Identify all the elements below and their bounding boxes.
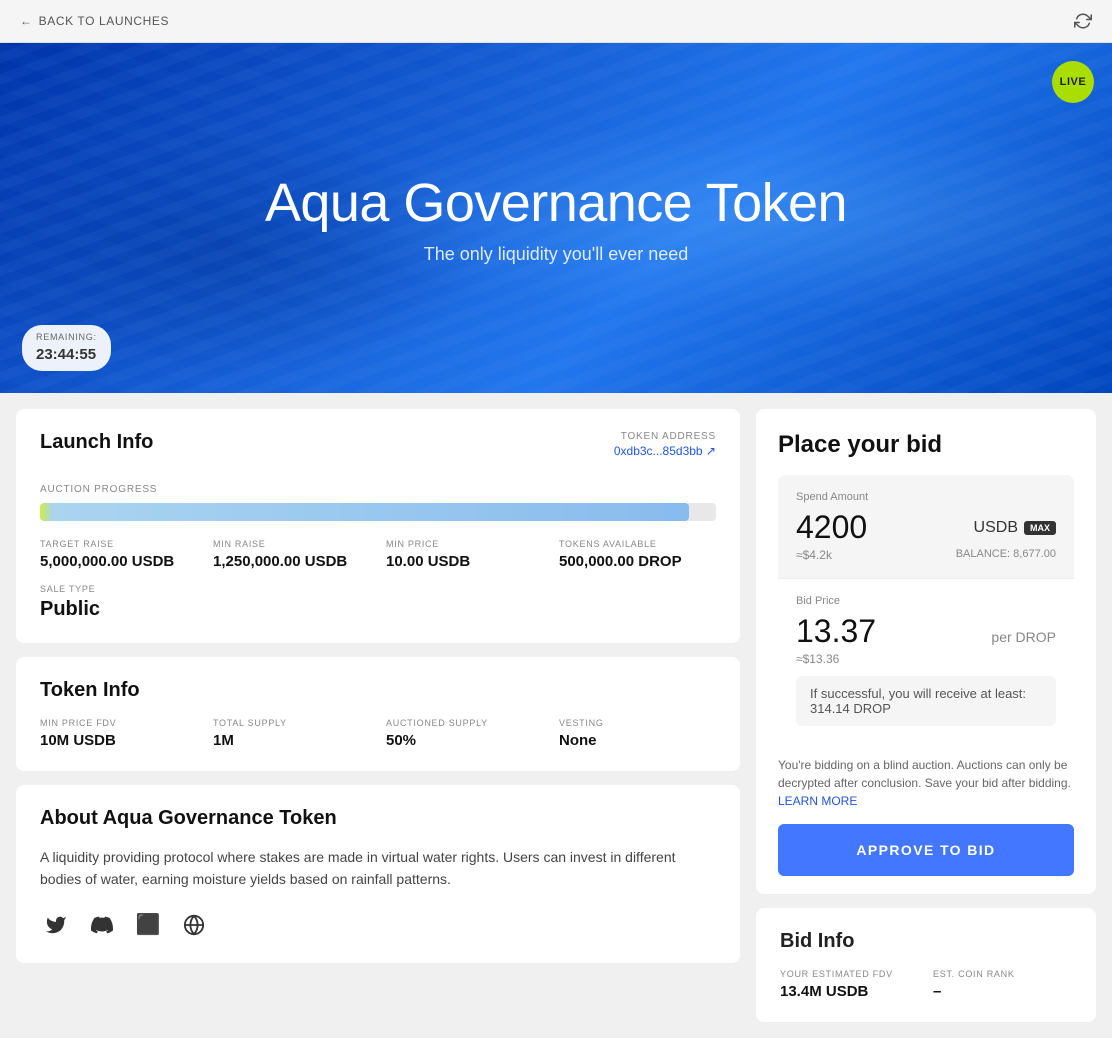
sale-type-block: SALE TYPE Public bbox=[40, 584, 716, 621]
token-stat-2: AUCTIONED SUPPLY 50% bbox=[386, 718, 543, 749]
bid-info-title: Bid Info bbox=[780, 930, 1072, 953]
token-address-value[interactable]: 0xdb3c...85d3bb ↗ bbox=[614, 444, 716, 458]
bid-info-rank-label: EST. COIN RANK bbox=[933, 969, 1072, 979]
token-stat-1: TOTAL SUPPLY 1M bbox=[213, 718, 370, 749]
bid-price-row: 13.37 per DROP bbox=[796, 613, 1056, 650]
place-bid-title: Place your bid bbox=[778, 431, 1074, 459]
hero-banner: LIVE Aqua Governance Token The only liqu… bbox=[0, 43, 1112, 393]
remaining-label: REMAINING: bbox=[36, 331, 97, 344]
social-icons: ⬛ bbox=[40, 909, 716, 941]
blind-auction-text: You're bidding on a blind auction. Aucti… bbox=[778, 756, 1074, 810]
sale-type-label: SALE TYPE bbox=[40, 584, 716, 594]
remaining-time: 23:44:55 bbox=[36, 344, 97, 365]
bid-info-fdv-label: YOUR ESTIMATED FDV bbox=[780, 969, 919, 979]
stat-label-0: TARGET RAISE bbox=[40, 539, 197, 549]
spend-currency-label: USDB bbox=[974, 519, 1018, 537]
token-address-label: TOKEN ADDRESS bbox=[614, 431, 716, 442]
back-label: BACK TO LAUNCHES bbox=[39, 14, 170, 28]
refresh-icon[interactable] bbox=[1074, 12, 1092, 30]
about-title: About Aqua Governance Token bbox=[40, 807, 716, 830]
stat-min-raise: MIN RAISE 1,250,000.00 USDB bbox=[213, 539, 370, 570]
spend-currency-row: USDB MAX bbox=[974, 519, 1056, 537]
spend-section: Spend Amount 4200 USDB MAX ≈$4.2k BALANC… bbox=[778, 475, 1074, 579]
right-column: Place your bid Spend Amount 4200 USDB MA… bbox=[756, 409, 1096, 1022]
about-card: About Aqua Governance Token A liquidity … bbox=[16, 785, 740, 963]
stat-label-1: MIN RAISE bbox=[213, 539, 370, 549]
auction-progress-label: AUCTION PROGRESS bbox=[40, 484, 716, 495]
token-stat-label-0: MIN PRICE FDV bbox=[40, 718, 197, 728]
learn-more-link[interactable]: LEARN MORE bbox=[778, 794, 857, 808]
main-content: Launch Info TOKEN ADDRESS 0xdb3c...85d3b… bbox=[0, 393, 1112, 1038]
live-badge: LIVE bbox=[1052, 61, 1094, 103]
hero-subtitle: The only liquidity you'll ever need bbox=[424, 244, 689, 265]
bid-info-fdv-value: 13.4M USDB bbox=[780, 983, 919, 1000]
token-info-grid: MIN PRICE FDV 10M USDB TOTAL SUPPLY 1M A… bbox=[40, 718, 716, 749]
globe-icon[interactable] bbox=[178, 909, 210, 941]
token-stat-value-1: 1M bbox=[213, 732, 370, 749]
bid-panel: Spend Amount 4200 USDB MAX ≈$4.2k BALANC… bbox=[778, 475, 1074, 742]
place-bid-card: Place your bid Spend Amount 4200 USDB MA… bbox=[756, 409, 1096, 894]
top-bar: ← BACK TO LAUNCHES bbox=[0, 0, 1112, 43]
launch-info-card: Launch Info TOKEN ADDRESS 0xdb3c...85d3b… bbox=[16, 409, 740, 643]
bid-info-card: Bid Info YOUR ESTIMATED FDV 13.4M USDB E… bbox=[756, 908, 1096, 1022]
token-stat-value-2: 50% bbox=[386, 732, 543, 749]
remaining-badge: REMAINING: 23:44:55 bbox=[22, 325, 111, 371]
token-stat-0: MIN PRICE FDV 10M USDB bbox=[40, 718, 197, 749]
stat-value-2: 10.00 USDB bbox=[386, 553, 543, 570]
stat-label-3: TOKENS AVAILABLE bbox=[559, 539, 716, 549]
hero-title: Aqua Governance Token bbox=[265, 172, 847, 234]
stat-value-0: 5,000,000.00 USDB bbox=[40, 553, 197, 570]
sale-type-value: Public bbox=[40, 598, 716, 621]
twitter-icon[interactable] bbox=[40, 909, 72, 941]
progress-bar-fill bbox=[40, 503, 689, 521]
bid-price-usd-equiv: ≈$13.36 bbox=[796, 652, 1056, 666]
stat-value-1: 1,250,000.00 USDB bbox=[213, 553, 370, 570]
token-info-card: Token Info MIN PRICE FDV 10M USDB TOTAL … bbox=[16, 657, 740, 771]
bid-info-fdv: YOUR ESTIMATED FDV 13.4M USDB bbox=[780, 969, 919, 1000]
spend-amount-label: Spend Amount bbox=[796, 491, 1056, 503]
token-stat-label-3: VESTING bbox=[559, 718, 716, 728]
token-stat-3: VESTING None bbox=[559, 718, 716, 749]
approve-to-bid-button[interactable]: APPROVE TO BID bbox=[778, 824, 1074, 876]
balance-text: BALANCE: 8,677.00 bbox=[956, 548, 1056, 562]
noun-icon[interactable]: ⬛ bbox=[132, 909, 164, 941]
token-address-block: TOKEN ADDRESS 0xdb3c...85d3bb ↗ bbox=[614, 431, 716, 458]
bid-price-value[interactable]: 13.37 bbox=[796, 613, 876, 650]
token-stat-label-1: TOTAL SUPPLY bbox=[213, 718, 370, 728]
stat-min-price: MIN PRICE 10.00 USDB bbox=[386, 539, 543, 570]
about-description: A liquidity providing protocol where sta… bbox=[40, 846, 716, 891]
token-stat-value-3: None bbox=[559, 732, 716, 749]
token-stat-label-2: AUCTIONED SUPPLY bbox=[386, 718, 543, 728]
auction-progress-bar bbox=[40, 503, 716, 521]
discord-icon[interactable] bbox=[86, 909, 118, 941]
max-badge[interactable]: MAX bbox=[1024, 521, 1056, 535]
token-info-title: Token Info bbox=[40, 679, 716, 702]
spend-amount-row: 4200 USDB MAX bbox=[796, 509, 1056, 546]
bid-price-label: Bid Price bbox=[796, 595, 1056, 607]
bid-info-rank-value: – bbox=[933, 983, 1072, 1000]
per-drop-label: per DROP bbox=[991, 629, 1056, 645]
left-column: Launch Info TOKEN ADDRESS 0xdb3c...85d3b… bbox=[16, 409, 740, 1022]
spend-usd-equiv: ≈$4.2k bbox=[796, 548, 832, 562]
launch-info-header: Launch Info TOKEN ADDRESS 0xdb3c...85d3b… bbox=[40, 431, 716, 470]
launch-stats-grid: TARGET RAISE 5,000,000.00 USDB MIN RAISE… bbox=[40, 539, 716, 570]
bid-info-rank: EST. COIN RANK – bbox=[933, 969, 1072, 1000]
back-to-launches-link[interactable]: ← BACK TO LAUNCHES bbox=[20, 14, 169, 28]
spend-amount-value[interactable]: 4200 bbox=[796, 509, 867, 546]
bid-price-section: Bid Price 13.37 per DROP ≈$13.36 If succ… bbox=[778, 579, 1074, 742]
receive-estimate-box: If successful, you will receive at least… bbox=[796, 676, 1056, 726]
back-arrow-icon: ← bbox=[20, 14, 33, 28]
stat-value-3: 500,000.00 DROP bbox=[559, 553, 716, 570]
launch-info-title: Launch Info bbox=[40, 431, 153, 454]
stat-tokens-available: TOKENS AVAILABLE 500,000.00 DROP bbox=[559, 539, 716, 570]
stat-target-raise: TARGET RAISE 5,000,000.00 USDB bbox=[40, 539, 197, 570]
bid-info-grid: YOUR ESTIMATED FDV 13.4M USDB EST. COIN … bbox=[780, 969, 1072, 1000]
stat-label-2: MIN PRICE bbox=[386, 539, 543, 549]
token-stat-value-0: 10M USDB bbox=[40, 732, 197, 749]
